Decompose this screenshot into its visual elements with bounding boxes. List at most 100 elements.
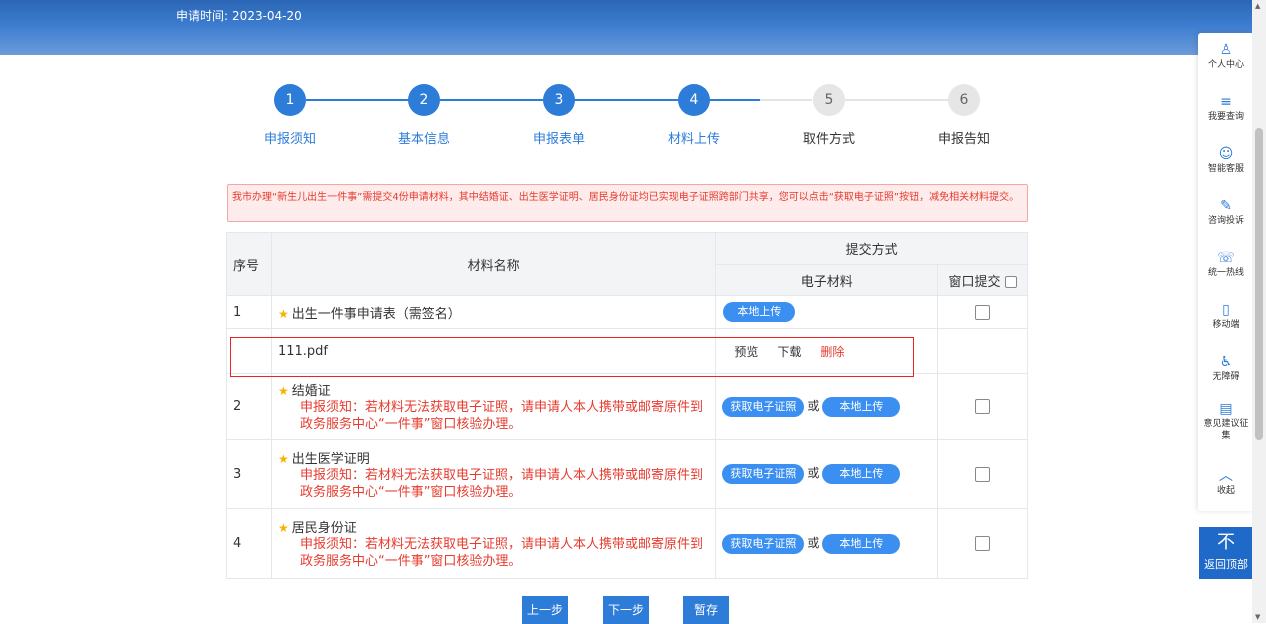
row-electronic-cell: 获取电子证照或本地上传 — [715, 508, 939, 579]
step-progress: 1 申报须知 2 基本信息 3 申报表单 4 材料上传 5 取件方式 6 申报告… — [228, 84, 1028, 154]
rail-label: 个人中心 — [1207, 60, 1244, 70]
material-name: 出生医学证明 — [291, 451, 370, 467]
rail-label: 无障碍 — [1212, 372, 1240, 382]
arrow-up-icon: 不 — [1217, 532, 1235, 553]
search-list-icon: ≡ — [1220, 94, 1232, 110]
rail-label: 收起 — [1216, 486, 1235, 496]
or-text: 或 — [807, 466, 820, 480]
step-number: 4 — [678, 84, 710, 116]
rail-mobile[interactable]: ▯ 移动端 — [1198, 301, 1254, 331]
date-label: 申请时间: — [176, 9, 229, 23]
step-label: 材料上传 — [667, 132, 720, 147]
table-row: 3 ★ 出生医学证明 申报须知：若材料无法获取电子证照，请申请人本人携带或邮寄原件… — [226, 439, 1028, 509]
row-electronic-cell: 获取电子证照或本地上传 — [715, 439, 939, 509]
header-banner: 申请时间: 2023-04-20 — [0, 0, 1252, 55]
chevron-up-icon: ︿ — [1219, 468, 1233, 484]
row-name-cell: ★ 居民身份证 申报须知：若材料无法获取电子证照，请申请人本人携带或邮寄原件到政务… — [270, 508, 717, 579]
star-icon: ★ — [277, 521, 289, 535]
table-row: 4 ★ 居民身份证 申报须知：若材料无法获取电子证照，请申请人本人携带或邮寄原件到… — [226, 508, 1028, 579]
phone-icon: ☏ — [1217, 250, 1235, 266]
download-link[interactable]: 下载 — [777, 345, 801, 359]
step-6: 6 申报告知 — [904, 84, 1024, 147]
row-warning: 申报须知：若材料无法获取电子证照，请申请人本人携带或邮寄原件到政务服务中心“一件… — [299, 537, 703, 569]
or-text: 或 — [807, 535, 820, 550]
material-name: 结婚证 — [291, 384, 331, 399]
row-seq: 3 — [226, 439, 272, 509]
accessibility-icon: ♿ — [1219, 354, 1233, 370]
notice-banner: 我市办理“新生儿出生一件事”需提交4份申请材料，其中结婚证、出生医学证明、居民身… — [227, 184, 1028, 222]
star-icon: ★ — [277, 451, 289, 466]
rail-label: 意见建议征集 — [1203, 419, 1249, 441]
get-e-cert-button[interactable]: 获取电子证照 — [722, 533, 805, 554]
row-window-cell — [937, 508, 1028, 579]
step-label: 申报表单 — [532, 132, 585, 147]
row-seq: 4 — [226, 508, 272, 579]
step-2: 2 基本信息 — [364, 84, 484, 147]
step-number: 2 — [408, 84, 440, 116]
file-name: 111.pdf — [277, 343, 328, 359]
rail-label: 移动端 — [1212, 320, 1240, 330]
row-electronic-cell: 获取电子证照或本地上传 — [715, 373, 939, 440]
row-warning: 申报须知：若材料无法获取电子证照，请申请人本人携带或邮寄原件到政务服务中心“一件… — [299, 400, 703, 432]
edit-icon: ✎ — [1220, 198, 1232, 214]
step-number: 6 — [948, 84, 980, 116]
local-upload-button[interactable]: 本地上传 — [822, 464, 901, 484]
step-label: 基本信息 — [397, 132, 450, 147]
rail-consult[interactable]: ✎ 咨询投诉 — [1198, 197, 1254, 227]
rail-hotline[interactable]: ☏ 统一热线 — [1198, 249, 1254, 279]
apply-date: 申请时间: 2023-04-20 — [172, 7, 302, 24]
window-all-checkbox[interactable] — [1004, 276, 1017, 288]
col-header-seq: 序号 — [226, 232, 272, 296]
scroll-thumb[interactable] — [1255, 128, 1263, 440]
step-label: 取件方式 — [802, 132, 855, 147]
get-e-cert-button[interactable]: 获取电子证照 — [722, 464, 805, 484]
col-header-electronic: 电子材料 — [715, 264, 939, 296]
prev-step-button[interactable]: 上一步 — [522, 596, 568, 624]
save-draft-button[interactable]: 暂存 — [683, 596, 729, 624]
window-label: 窗口提交 — [948, 274, 1001, 290]
delete-link[interactable]: 删除 — [820, 345, 844, 359]
row-name-cell: ★ 出生医学证明 申报须知：若材料无法获取电子证照，请申请人本人携带或邮寄原件到政… — [270, 439, 717, 509]
step-4: 4 材料上传 — [634, 84, 754, 147]
get-e-cert-button[interactable]: 获取电子证照 — [722, 396, 805, 417]
star-icon: ★ — [277, 306, 289, 321]
rail-smart-service[interactable]: ☺ 智能客服 — [1198, 145, 1254, 175]
window-checkbox[interactable] — [975, 536, 991, 551]
page-scrollbar[interactable]: ▲ ▼ — [1252, 0, 1266, 623]
window-checkbox[interactable] — [975, 399, 991, 414]
step-5: 5 取件方式 — [769, 84, 889, 147]
rail-accessibility[interactable]: ♿ 无障碍 — [1198, 353, 1254, 383]
star-icon: ★ — [277, 384, 289, 398]
scroll-down-icon[interactable]: ▼ — [1255, 613, 1260, 621]
row-window-cell — [937, 439, 1028, 509]
row-name-cell: ★ 结婚证 申报须知：若材料无法获取电子证照，请申请人本人携带或邮寄原件到政务服务… — [270, 373, 717, 440]
local-upload-button[interactable]: 本地上传 — [822, 396, 901, 417]
preview-link[interactable]: 预览 — [734, 345, 758, 359]
back-top-label: 返回顶部 — [1204, 558, 1248, 571]
step-3: 3 申报表单 — [499, 84, 619, 147]
row-seq: 1 — [226, 295, 272, 329]
rail-label: 智能客服 — [1207, 164, 1244, 174]
local-upload-button[interactable]: 本地上传 — [723, 302, 796, 322]
row-electronic-cell: 本地上传 — [715, 295, 939, 329]
date-value: 2023-04-20 — [232, 9, 302, 23]
step-number: 5 — [813, 84, 845, 116]
user-icon: ♙ — [1219, 42, 1233, 58]
rail-label: 咨询投诉 — [1207, 216, 1244, 226]
window-checkbox[interactable] — [975, 466, 991, 482]
rail-personal-center[interactable]: ♙ 个人中心 — [1198, 41, 1254, 71]
back-to-top-button[interactable]: 不 返回顶部 — [1199, 527, 1253, 579]
table-row: 1 ★ 出生一件事申请表（需签名） 本地上传 — [226, 295, 1028, 329]
rail-collapse[interactable]: ︿ 收起 — [1198, 467, 1254, 497]
file-actions-cell: 预览 下载 删除 — [715, 328, 939, 374]
local-upload-button[interactable]: 本地上传 — [822, 533, 901, 554]
step-label: 申报须知 — [263, 132, 316, 147]
step-number: 3 — [543, 84, 575, 116]
next-step-button[interactable]: 下一步 — [603, 596, 649, 624]
scroll-up-icon[interactable]: ▲ — [1255, 2, 1260, 10]
rail-query[interactable]: ≡ 我要查询 — [1198, 93, 1254, 123]
row-name-cell: ★ 出生一件事申请表（需签名） — [270, 295, 717, 329]
window-checkbox[interactable] — [975, 304, 991, 320]
rail-feedback[interactable]: ▤ 意见建议征集 — [1198, 400, 1254, 442]
material-name: 居民身份证 — [291, 521, 357, 536]
